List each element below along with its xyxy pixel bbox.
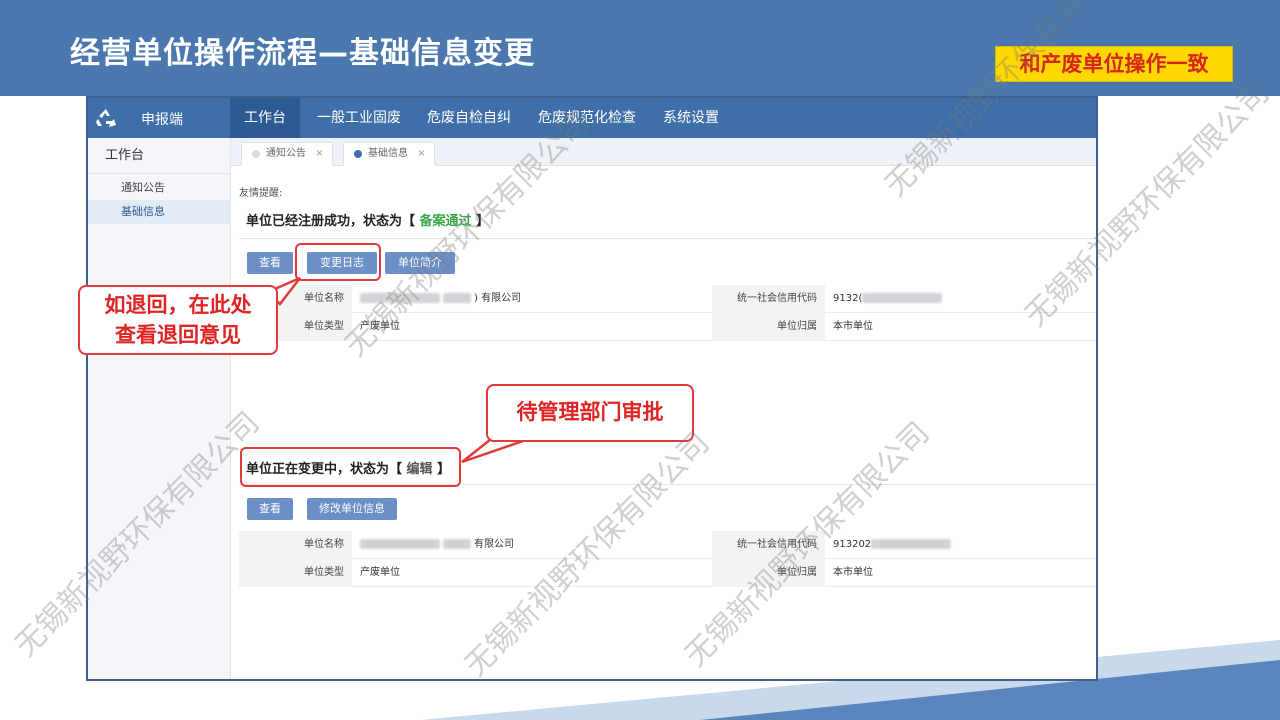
callout-pointers (265, 276, 524, 464)
callout-return-opinion: 如退回，在此处 查看退回意见 (78, 285, 278, 355)
callout-pending-approval: 待管理部门审批 (486, 384, 694, 442)
